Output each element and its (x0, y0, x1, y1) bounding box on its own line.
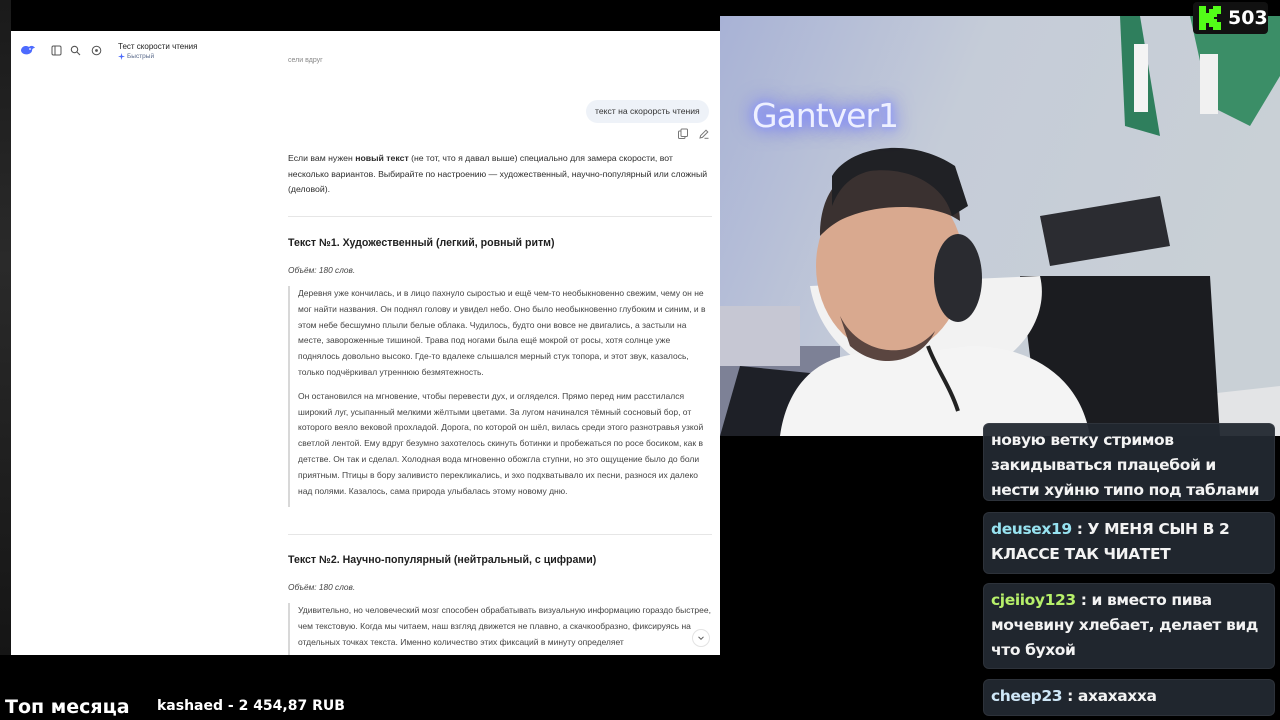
chat-message-text: новую ветку стримов закидываться плацебо… (991, 431, 1260, 499)
chat-separator: : (1071, 520, 1088, 538)
chat-username: cjeiioy123 (991, 591, 1076, 609)
mode-indicator[interactable]: Быстрый (118, 53, 154, 60)
chat-username: cheep23 (991, 687, 1063, 705)
new-chat-button[interactable] (87, 41, 105, 59)
chat-topbar: Тест скорости чтения Быстрый (11, 31, 720, 71)
text-quote-block: Удивительно, но человеческий мозг способ… (288, 603, 713, 655)
webcam-feed: Gantver1 (720, 16, 1280, 436)
sidebar-icon (51, 45, 61, 55)
intro-text-start: Если вам нужен (288, 153, 356, 163)
kick-logo-icon (1199, 6, 1221, 30)
top-month-label: Топ месяца (5, 696, 130, 718)
chevron-down-icon (698, 636, 704, 641)
sidebar-toggle-button[interactable] (47, 41, 65, 59)
sparkle-icon (118, 53, 125, 60)
chat-separator: : (1062, 687, 1078, 705)
viewer-count: 503 (1228, 7, 1268, 29)
divider (288, 534, 712, 535)
user-message-bubble: текст на скорорсть чтения (586, 100, 709, 123)
viewer-counter: 503 (1193, 2, 1268, 34)
section-heading: Текст №1. Художественный (легкий, ровный… (288, 237, 555, 249)
stream-bottom-bar: Топ месяца kashaed - 2 454,87 RUB (0, 655, 980, 720)
neon-sign: Gantver1 (752, 96, 899, 135)
chat-separator: : (1075, 591, 1092, 609)
divider (288, 216, 712, 217)
chat-message: deusex19 : У МЕНЯ СЫН В 2 КЛАССЕ ТАК ЧИА… (983, 512, 1275, 574)
whale-logo-icon[interactable] (20, 42, 36, 58)
copy-icon[interactable] (677, 128, 689, 140)
previous-message-fragment: сели вдруг (288, 57, 323, 64)
chat-message: cjeiioy123 : и вместо пива мочевину хлеб… (983, 583, 1275, 669)
top-donor: kashaed - 2 454,87 RUB (157, 698, 345, 714)
section-volume: Объём: 180 слов. (288, 265, 356, 275)
section-volume: Объём: 180 слов. (288, 582, 356, 592)
new-chat-icon (91, 45, 101, 55)
search-button[interactable] (66, 41, 84, 59)
search-icon (70, 45, 80, 55)
quote-paragraph: Деревня уже кончилась, и в лицо пахнуло … (298, 288, 706, 377)
chat-title: Тест скорости чтения (118, 42, 198, 51)
stream-screen: Тест скорости чтения Быстрый сели вдруг … (0, 0, 1280, 720)
ai-chat-window: Тест скорости чтения Быстрый сели вдруг … (11, 31, 720, 655)
desktop-background-strip (0, 0, 11, 655)
edit-icon[interactable] (698, 128, 710, 140)
chat-message: cheep23 : ахахахха (983, 679, 1275, 716)
text-quote-block: Деревня уже кончилась, и в лицо пахнуло … (288, 286, 713, 508)
scroll-to-bottom-button[interactable] (692, 629, 710, 647)
quote-paragraph: Удивительно, но человеческий мозг способ… (298, 605, 711, 647)
webcam-scene (720, 16, 1280, 436)
response-intro: Если вам нужен новый текст (не тот, что … (288, 151, 708, 198)
chat-username: deusex19 (991, 520, 1072, 538)
intro-bold-text: новый текст (355, 153, 409, 163)
mode-label: Быстрый (127, 53, 155, 60)
quote-paragraph: Он остановился на мгновение, чтобы перев… (298, 390, 704, 496)
section-heading: Текст №2. Научно-популярный (нейтральный… (288, 554, 597, 566)
chat-message-text: ахахахха (1077, 687, 1157, 705)
chat-message: новую ветку стримов закидываться плацебо… (983, 423, 1275, 501)
